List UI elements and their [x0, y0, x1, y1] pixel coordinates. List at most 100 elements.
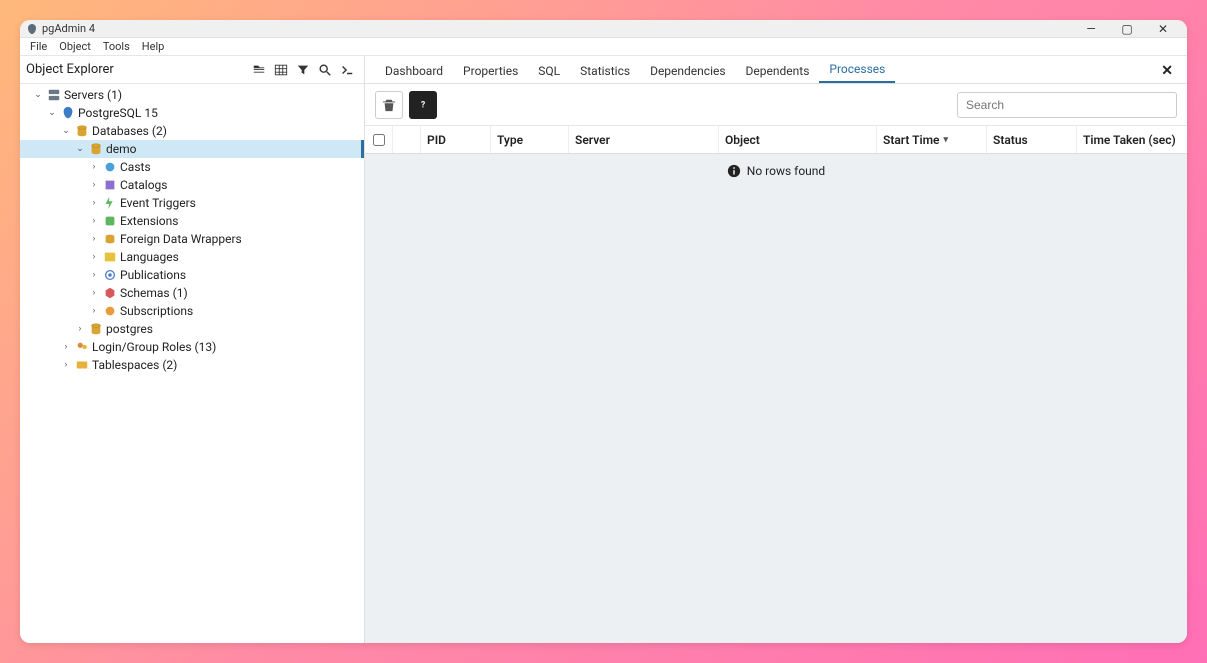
tree-row[interactable]: ⌄Servers (1) [20, 86, 364, 104]
menu-tools[interactable]: Tools [97, 40, 136, 53]
app-title: pgAdmin 4 [42, 22, 1073, 35]
fdw-icon [103, 232, 117, 246]
tree-row[interactable]: ›Login/Group Roles (13) [20, 338, 364, 356]
chevron-right-icon[interactable]: › [60, 360, 72, 370]
chevron-right-icon[interactable]: › [88, 288, 100, 298]
tree-row[interactable]: › postgres [20, 320, 364, 338]
chevron-right-icon[interactable]: › [88, 162, 100, 172]
col-checkbox[interactable] [365, 126, 393, 153]
chevron-right-icon[interactable]: › [88, 252, 100, 262]
catalogs-icon [103, 178, 117, 192]
chevron-right-icon[interactable]: › [88, 234, 100, 244]
servers-icon [47, 88, 61, 102]
menu-help[interactable]: Help [136, 40, 171, 53]
tree-row[interactable]: › Subscriptions [20, 302, 364, 320]
chevron-down-icon[interactable]: ⌄ [60, 126, 72, 136]
col-time-taken[interactable]: Time Taken (sec) [1077, 126, 1187, 153]
minimize-button[interactable]: — [1073, 22, 1109, 36]
tree-row[interactable]: › Publications [20, 266, 364, 284]
tree-label: Schemas (1) [120, 286, 188, 300]
col-status[interactable]: Status [987, 126, 1077, 153]
table-empty-row: No rows found [365, 154, 1187, 188]
chevron-right-icon[interactable]: › [88, 270, 100, 280]
tree-label: postgres [106, 322, 153, 336]
tab-dependencies[interactable]: Dependencies [640, 58, 735, 83]
chevron-right-icon[interactable]: › [60, 342, 72, 352]
empty-message: No rows found [747, 164, 825, 178]
tree-row[interactable]: ›Catalogs [20, 176, 364, 194]
tree-label: demo [106, 142, 137, 156]
tab-processes[interactable]: Processes [819, 56, 895, 83]
schemas-icon [103, 286, 117, 300]
tree-row[interactable]: ⌄ demo [20, 140, 364, 158]
help-button[interactable]: ? [409, 91, 437, 119]
tree-label: PostgreSQL 15 [78, 106, 158, 120]
processes-table: PID Type Server Object Start Time ▾ Stat… [365, 126, 1187, 643]
tab-dashboard[interactable]: Dashboard [375, 58, 453, 83]
object-explorer-header: Object Explorer [20, 56, 364, 84]
col-server[interactable]: Server [569, 126, 719, 153]
publications-icon [103, 268, 117, 282]
psql-terminal-icon[interactable] [336, 59, 358, 81]
chevron-right-icon[interactable]: › [88, 198, 100, 208]
processes-toolbar: ? [365, 84, 1187, 126]
maximize-button[interactable]: ▢ [1109, 22, 1145, 36]
col-pid[interactable]: PID [421, 126, 491, 153]
search-input[interactable] [957, 92, 1177, 118]
tab-dependents[interactable]: Dependents [736, 58, 820, 83]
tree-label: Casts [120, 160, 151, 174]
tab-properties[interactable]: Properties [453, 58, 528, 83]
col-type[interactable]: Type [491, 126, 569, 153]
tree-label: Event Triggers [120, 196, 196, 210]
menubar: File Object Tools Help [20, 38, 1187, 56]
tree-label: Foreign Data Wrappers [120, 232, 242, 246]
tree-label: Subscriptions [120, 304, 193, 318]
tab-statistics[interactable]: Statistics [570, 58, 640, 83]
col-object[interactable]: Object [719, 126, 877, 153]
tree-label: Databases (2) [92, 124, 167, 138]
tree-row[interactable]: › Extensions [20, 212, 364, 230]
tree-row[interactable]: ⌄ PostgreSQL 15 [20, 104, 364, 122]
chevron-right-icon[interactable]: › [74, 324, 86, 334]
chevron-right-icon[interactable]: › [88, 180, 100, 190]
col-ack [393, 126, 421, 153]
tree-label: Languages [120, 250, 179, 264]
delete-button[interactable] [375, 91, 403, 119]
casts-icon [103, 160, 117, 174]
chevron-down-icon[interactable]: ⌄ [32, 90, 44, 100]
chevron-down-icon[interactable]: ⌄ [46, 108, 58, 118]
tree-row[interactable]: › Languages [20, 248, 364, 266]
menu-file[interactable]: File [24, 40, 53, 53]
chevron-right-icon[interactable]: › [88, 306, 100, 316]
tree-row[interactable]: › Casts [20, 158, 364, 176]
object-explorer-tree[interactable]: ⌄Servers (1)⌄PostgreSQL 15⌄Databases (2)… [20, 84, 364, 643]
select-all-checkbox[interactable] [373, 134, 385, 146]
languages-icon [103, 250, 117, 264]
tree-row[interactable]: › Event Triggers [20, 194, 364, 212]
chevron-down-icon[interactable]: ⌄ [74, 144, 86, 154]
tablespaces-icon [75, 358, 89, 372]
roles-icon [75, 340, 89, 354]
close-panel-icon[interactable]: ✕ [1157, 59, 1177, 83]
app-window: pgAdmin 4 — ▢ ✕ File Object Tools Help O… [20, 20, 1187, 643]
view-data-icon[interactable] [270, 59, 292, 81]
pg-icon [61, 106, 75, 120]
tree-row[interactable]: ›Tablespaces (2) [20, 356, 364, 374]
event-trig-icon [103, 196, 117, 210]
col-start-time[interactable]: Start Time ▾ [877, 126, 987, 153]
tree-row[interactable]: › Schemas (1) [20, 284, 364, 302]
menu-object[interactable]: Object [53, 40, 97, 53]
tab-sql[interactable]: SQL [528, 58, 570, 83]
search-objects-icon[interactable] [314, 59, 336, 81]
main-panel: Dashboard Properties SQL Statistics Depe… [365, 56, 1187, 643]
db-icon [89, 142, 103, 156]
close-window-button[interactable]: ✕ [1145, 22, 1181, 36]
tree-label: Publications [120, 268, 186, 282]
chevron-right-icon[interactable]: › [88, 216, 100, 226]
tree-row[interactable]: › Foreign Data Wrappers [20, 230, 364, 248]
query-tool-icon[interactable] [248, 59, 270, 81]
tree-label: Extensions [120, 214, 178, 228]
subscriptions-icon [103, 304, 117, 318]
filter-icon[interactable] [292, 59, 314, 81]
tree-row[interactable]: ⌄ Databases (2) [20, 122, 364, 140]
